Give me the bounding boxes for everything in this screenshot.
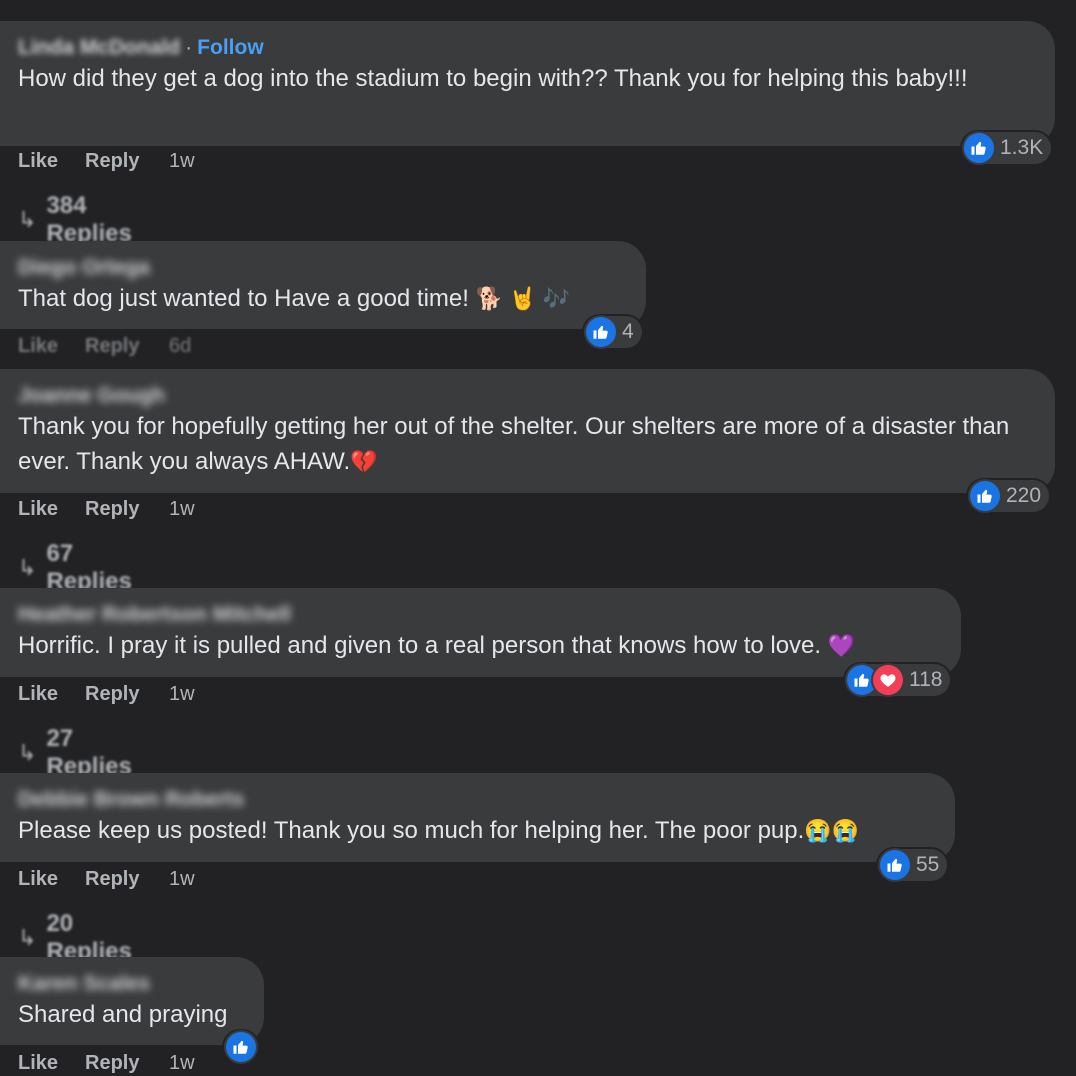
separator-dot: · — [185, 36, 193, 59]
replies-count: 384 Replies — [46, 192, 132, 247]
comment-author[interactable]: Heather Robertson Mitchell — [18, 602, 291, 628]
emoji: 💔 — [350, 449, 378, 474]
like-reaction-icon — [964, 133, 994, 163]
reaction-summary[interactable]: 118 — [845, 664, 951, 696]
reply-button[interactable]: Reply — [85, 1052, 169, 1075]
like-button[interactable]: Like — [18, 335, 85, 358]
reaction-summary[interactable]: 4 — [584, 316, 642, 348]
like-button[interactable]: Like — [18, 1052, 85, 1075]
reply-arrow-icon: ↳ — [18, 740, 37, 765]
reaction-summary[interactable]: 55 — [878, 849, 948, 881]
timestamp[interactable]: 1w — [169, 150, 195, 173]
timestamp[interactable]: 1w — [169, 498, 195, 521]
reaction-summary[interactable] — [224, 1031, 258, 1063]
comment-text-content: Please keep us posted! Thank you so much… — [18, 817, 805, 844]
reply-button[interactable]: Reply — [85, 498, 169, 521]
like-reaction-icon — [880, 850, 910, 880]
comment-text-content: Horrific. I pray it is pulled and given … — [18, 632, 828, 659]
reply-arrow-icon: ↳ — [18, 925, 37, 950]
reply-button[interactable]: Reply — [85, 150, 169, 173]
reaction-summary[interactable]: 220 — [968, 480, 1050, 512]
comment-text: Please keep us posted! Thank you so much… — [18, 813, 937, 848]
comment-text: How did they get a dog into the stadium … — [18, 65, 968, 92]
comment-text: That dog just wanted to Have a good time… — [18, 281, 628, 316]
comment-actions: Like Reply 1w — [18, 683, 195, 706]
comment-actions: Like Reply 1w — [18, 150, 195, 173]
emoji: 🐕 🤘 🎶 — [475, 286, 571, 311]
like-button[interactable]: Like — [18, 150, 85, 173]
comment-bubble: Heather Robertson Mitchell Horrific. I p… — [0, 588, 961, 677]
comment-bubble: Debbie Brown Roberts Please keep us post… — [0, 773, 955, 862]
emoji: 😭😭 — [804, 818, 860, 843]
timestamp[interactable]: 1w — [169, 683, 195, 706]
comment-text: Horrific. I pray it is pulled and given … — [18, 628, 943, 663]
comment-author[interactable]: Debbie Brown Roberts — [18, 787, 244, 813]
comment-actions: Like Reply 1w — [18, 498, 195, 521]
comment-bubble: Linda McDonald · Follow How did they get… — [0, 21, 1055, 146]
comment-text: Shared and praying — [18, 1001, 228, 1028]
reaction-count: 118 — [909, 668, 943, 691]
reply-arrow-icon: ↳ — [18, 207, 37, 232]
timestamp[interactable]: 6d — [169, 335, 191, 358]
comment-author[interactable]: Karen Scales — [18, 971, 150, 997]
comment-actions: Like Reply 1w — [18, 1052, 195, 1075]
reply-arrow-icon: ↳ — [18, 555, 37, 580]
comment-author[interactable]: Joanne Gough — [18, 383, 165, 409]
comment-text-content: Thank you for hopefully getting her out … — [18, 413, 1010, 475]
reply-button[interactable]: Reply — [85, 683, 169, 706]
view-replies-link[interactable]: ↳ 384 Replies — [18, 192, 132, 248]
like-reaction-icon — [586, 317, 616, 347]
like-button[interactable]: Like — [18, 683, 85, 706]
reaction-count: 55 — [916, 853, 940, 876]
reply-button[interactable]: Reply — [85, 868, 169, 891]
reaction-count: 220 — [1006, 484, 1042, 507]
love-reaction-icon — [873, 665, 903, 695]
emoji: 💜 — [827, 633, 856, 658]
comment-bubble: Joanne Gough Thank you for hopefully get… — [0, 369, 1055, 493]
timestamp[interactable]: 1w — [169, 1052, 195, 1075]
like-reaction-icon — [970, 481, 1000, 511]
follow-link[interactable]: Follow — [197, 35, 264, 61]
reaction-count: 1.3K — [1000, 136, 1044, 159]
like-reaction-icon — [226, 1032, 256, 1062]
comment-text: Thank you for hopefully getting her out … — [18, 409, 1018, 479]
comment-author[interactable]: Linda McDonald — [18, 35, 180, 61]
comments-panel: { "comments": [ { "author": "Linda McDon… — [0, 0, 1076, 1076]
comment-bubble: Karen Scales Shared and praying — [0, 957, 264, 1045]
comment-bubble: Diego Ortega That dog just wanted to Hav… — [0, 241, 646, 329]
reaction-count: 4 — [622, 320, 634, 343]
like-button[interactable]: Like — [18, 868, 85, 891]
comment-text-content: That dog just wanted to Have a good time… — [18, 285, 476, 312]
reaction-summary[interactable]: 1.3K — [962, 132, 1052, 164]
reply-button[interactable]: Reply — [85, 335, 169, 358]
like-button[interactable]: Like — [18, 498, 85, 521]
comment-actions: Like Reply 1w — [18, 868, 195, 891]
comment-author[interactable]: Diego Ortega — [18, 255, 150, 281]
timestamp[interactable]: 1w — [169, 868, 195, 891]
comment-actions: Like Reply 6d — [18, 335, 191, 358]
